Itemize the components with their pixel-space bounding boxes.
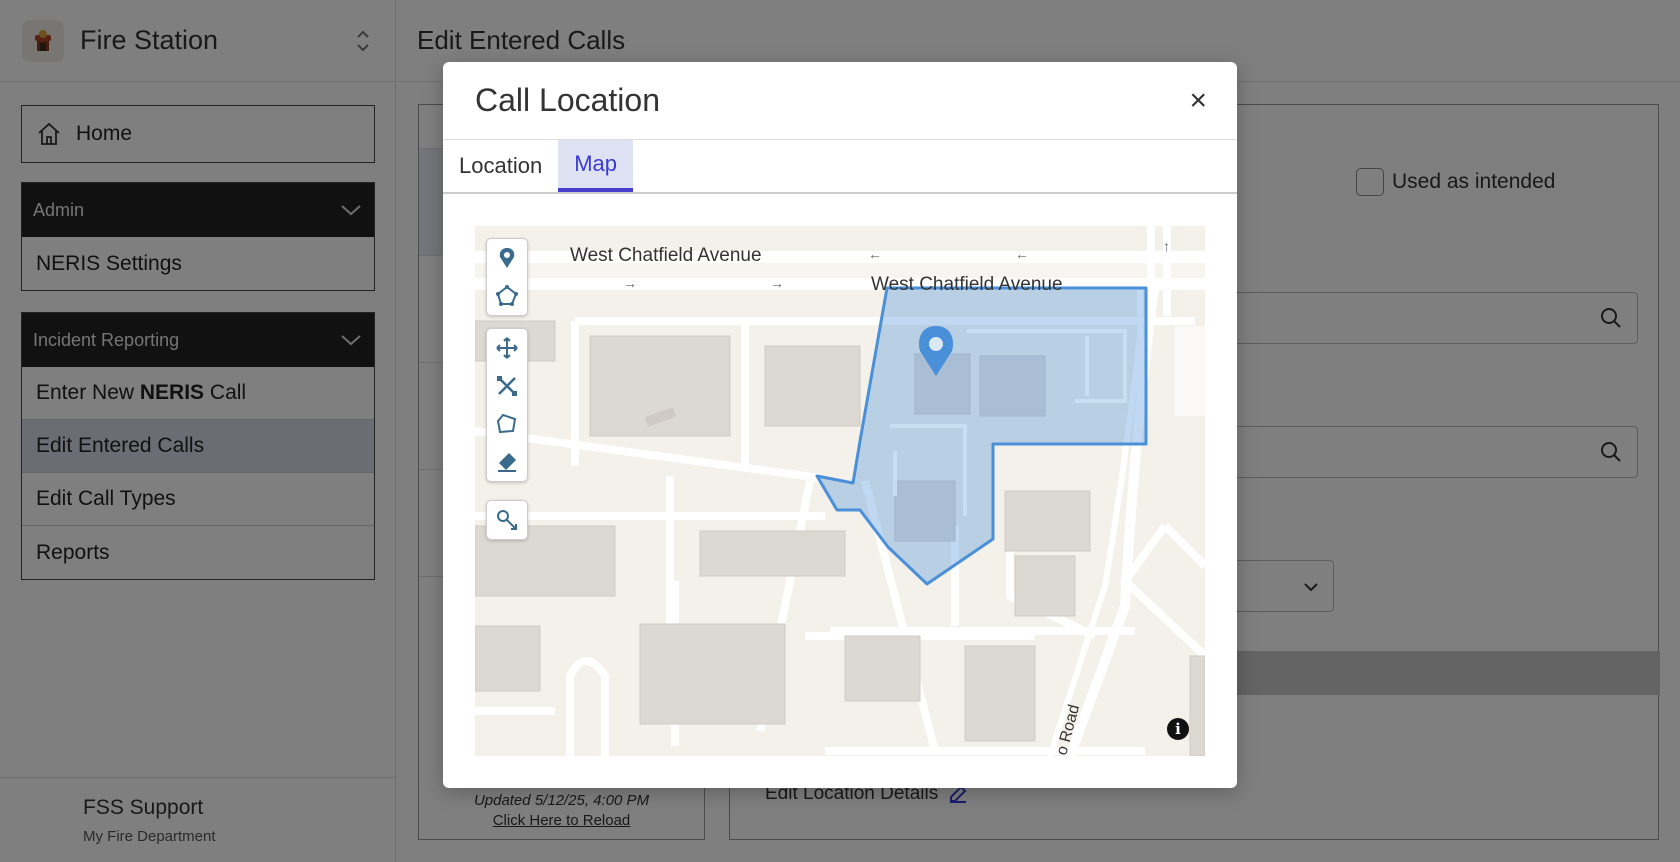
modal-tabs: Location Map <box>443 140 1237 194</box>
draw-toolbar-edit <box>486 328 528 482</box>
polygon-draw-icon[interactable] <box>487 277 527 315</box>
rotate-shape-icon[interactable] <box>487 405 527 443</box>
marker-icon[interactable] <box>487 239 527 277</box>
draw-toolbar-snap <box>486 500 528 540</box>
street-label-top: West Chatfield Avenue <box>570 245 762 266</box>
map-view[interactable]: West Chatfield Avenue West Chatfield Ave… <box>475 226 1205 756</box>
info-icon[interactable]: i <box>1167 718 1189 740</box>
draw-toolbar-primary <box>486 238 528 316</box>
map-canvas[interactable] <box>475 226 1205 756</box>
tab-map[interactable]: Map <box>558 140 633 192</box>
street-label-second: West Chatfield Avenue <box>871 274 1063 295</box>
one-way-arrow: ← <box>1015 246 1029 262</box>
modal-title: Call Location <box>475 82 660 118</box>
modal-header: Call Location × <box>443 62 1237 140</box>
close-icon[interactable]: × <box>1189 85 1207 116</box>
snapping-icon[interactable] <box>487 501 527 539</box>
one-way-arrow: ↑ <box>1163 238 1170 254</box>
tab-location[interactable]: Location <box>443 140 558 192</box>
eraser-icon[interactable] <box>487 443 527 481</box>
edit-vertices-icon[interactable] <box>487 367 527 405</box>
call-location-modal: Call Location × Location Map West Chatfi… <box>443 62 1237 788</box>
move-icon[interactable] <box>487 329 527 367</box>
one-way-arrow: → <box>770 275 784 291</box>
one-way-arrow: → <box>623 275 637 291</box>
one-way-arrow: ← <box>868 246 882 262</box>
